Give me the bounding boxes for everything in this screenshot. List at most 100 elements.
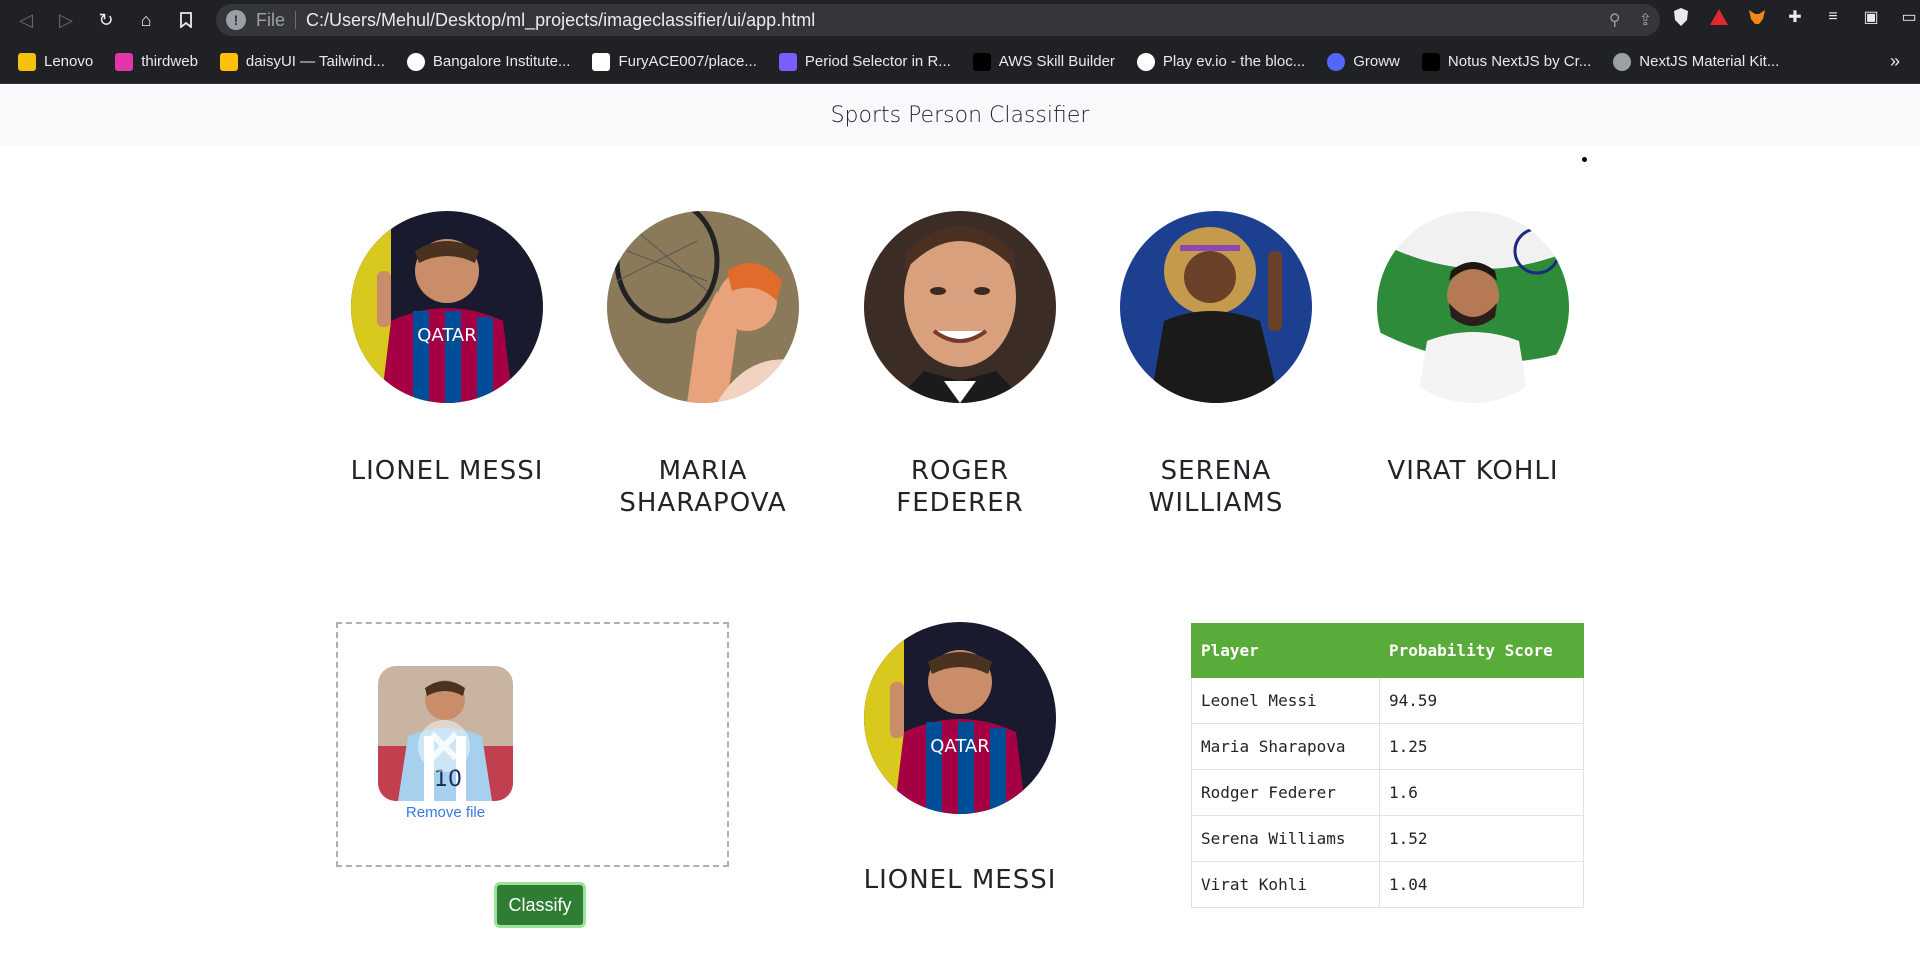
google-icon (406, 52, 425, 71)
flower-icon (219, 52, 238, 71)
wallet-icon[interactable]: ▭ (1898, 6, 1920, 28)
notus-icon (1421, 52, 1440, 71)
score-cell: 1.25 (1379, 723, 1584, 770)
address-bar[interactable]: ! File C:/Users/Mehul/Desktop/ml_project… (216, 4, 1660, 36)
player-cell: Serena Williams (1191, 815, 1380, 862)
globe-icon (1613, 52, 1632, 71)
player-card-serena: SERENA WILLIAMS (1116, 211, 1316, 519)
folder-icon (18, 52, 36, 71)
column-header-probability: Probability Score (1379, 623, 1584, 678)
browser-toolbar: ◁ ▷ ↻ ⌂ ! File C:/Users/Mehul/Desktop/ml… (0, 0, 1920, 40)
player-photo-federer (864, 211, 1056, 403)
grid-icon (778, 52, 797, 71)
bookmarks-overflow-icon[interactable]: » (1890, 51, 1900, 72)
brave-shield-icon[interactable] (1670, 6, 1692, 28)
thirdweb-icon (115, 52, 134, 71)
classify-button[interactable]: Classify (494, 882, 586, 928)
share-icon[interactable]: ⇪ (1639, 10, 1652, 30)
player-card-sharapova: MARIA SHARAPOVA (603, 211, 803, 519)
player-name: ROGER FEDERER (896, 456, 1024, 518)
player-cell: Virat Kohli (1191, 861, 1380, 908)
bookmark-item[interactable]: Bangalore Institute... (406, 52, 571, 71)
svg-text:QATAR: QATAR (930, 736, 990, 757)
remove-file-link[interactable]: Remove file (378, 804, 513, 821)
extension-bar: ✚ ≡ ▣ ▭ ☰ (1670, 6, 1920, 28)
info-icon[interactable]: ! (226, 10, 246, 30)
result-photo-messi: QATAR (864, 622, 1056, 814)
url-text[interactable]: C:/Users/Mehul/Desktop/ml_projects/image… (306, 10, 815, 31)
player-photo-serena (1120, 211, 1312, 403)
bookmarks-bar: Lenovo thirdweb daisyUI — Tailwind... Banga… (0, 40, 1920, 84)
player-photo-messi: QATAR (351, 211, 543, 403)
reload-icon[interactable]: ↻ (92, 6, 120, 34)
zoom-icon[interactable]: ⚲ (1609, 10, 1621, 30)
bookmark-label: Lenovo (44, 53, 94, 70)
bookmark-label: Period Selector in R... (804, 53, 951, 70)
player-card-kohli: VIRAT KOHLI (1373, 211, 1573, 487)
result-card: QATAR (860, 622, 1060, 814)
player-name: SERENA WILLIAMS (1148, 456, 1284, 518)
page-title: Sports Person Classifier (830, 102, 1090, 128)
player-name: VIRAT KOHLI (1387, 456, 1559, 486)
bookmark-item[interactable]: Notus NextJS by Cr... (1421, 52, 1592, 71)
player-cell: Leonel Messi (1191, 677, 1380, 724)
table-row: Virat Kohli 1.04 (1191, 861, 1584, 908)
extensions-puzzle-icon[interactable]: ✚ (1784, 6, 1806, 28)
home-icon[interactable]: ⌂ (132, 6, 160, 34)
table-header-row: Player Probability Score (1191, 623, 1584, 678)
score-cell: 1.6 (1379, 769, 1584, 816)
bookmark-item[interactable]: Period Selector in R... (778, 52, 951, 71)
bookmark-label: FuryACE007/place... (618, 53, 757, 70)
player-photo-kohli (1377, 211, 1569, 403)
bookmark-label: Bangalore Institute... (432, 53, 571, 70)
player-card-messi: QATAR LIONEL MESSI (347, 211, 547, 487)
sidebar-icon[interactable]: ▣ (1860, 6, 1882, 28)
bookmark-label: daisyUI — Tailwind... (245, 53, 385, 70)
bookmark-item[interactable]: thirdweb (115, 52, 198, 71)
svg-text:QATAR: QATAR (417, 325, 477, 346)
table-row: Maria Sharapova 1.25 (1191, 723, 1584, 770)
bookmark-item[interactable]: AWS Skill Builder (972, 52, 1115, 71)
bookmark-item[interactable]: FuryACE007/place... (592, 52, 757, 71)
aws-icon (972, 52, 991, 71)
score-cell: 1.52 (1379, 815, 1584, 862)
stray-dot (1582, 157, 1587, 162)
bookmark-item[interactable]: daisyUI — Tailwind... (219, 52, 385, 71)
bookmark-item[interactable]: Play ev.io - the bloc... (1136, 52, 1306, 71)
bookmark-label: Notus NextJS by Cr... (1447, 53, 1592, 70)
bookmark-item[interactable]: Lenovo (18, 52, 94, 71)
back-icon[interactable]: ◁ (12, 6, 40, 34)
bookmark-label: NextJS Material Kit... (1639, 53, 1780, 70)
result-player-name: LIONEL MESSI (863, 865, 1057, 895)
groww-icon (1327, 52, 1346, 71)
player-card-federer: ROGER FEDERER (860, 211, 1060, 519)
bookmark-label: thirdweb (141, 53, 198, 70)
bookmark-label: Groww (1353, 53, 1400, 70)
uploaded-image-thumbnail: 10 (378, 666, 513, 801)
bookmark-label: AWS Skill Builder (998, 53, 1115, 70)
player-cell: Maria Sharapova (1191, 723, 1380, 770)
bookmark-item[interactable]: Groww (1327, 52, 1400, 71)
bookmark-icon[interactable] (172, 6, 200, 34)
player-cell: Rodger Federer (1191, 769, 1380, 816)
metamask-icon[interactable] (1746, 6, 1768, 28)
column-header-player: Player (1191, 623, 1380, 678)
url-scheme: File (256, 9, 286, 30)
bookmark-item[interactable]: NextJS Material Kit... (1613, 52, 1780, 71)
player-photo-sharapova (607, 211, 799, 403)
address-actions: ⚲ ⇪ (1609, 10, 1652, 30)
table-row: Leonel Messi 94.59 (1191, 677, 1584, 724)
github-icon (592, 52, 611, 71)
playlist-icon[interactable]: ≡ (1822, 6, 1844, 28)
table-row: Serena Williams 1.52 (1191, 815, 1584, 862)
probability-table: Player Probability Score Leonel Messi 94.… (1191, 623, 1584, 908)
player-name: LIONEL MESSI (350, 456, 544, 486)
file-dropzone[interactable]: 10 Remove file (336, 622, 729, 867)
score-cell: 94.59 (1379, 677, 1584, 724)
brave-rewards-icon[interactable] (1708, 6, 1730, 28)
bookmark-label: Play ev.io - the bloc... (1162, 53, 1306, 70)
player-name: MARIA SHARAPOVA (619, 456, 787, 518)
table-row: Rodger Federer 1.6 (1191, 769, 1584, 816)
evio-icon (1136, 52, 1155, 71)
forward-icon[interactable]: ▷ (52, 6, 80, 34)
